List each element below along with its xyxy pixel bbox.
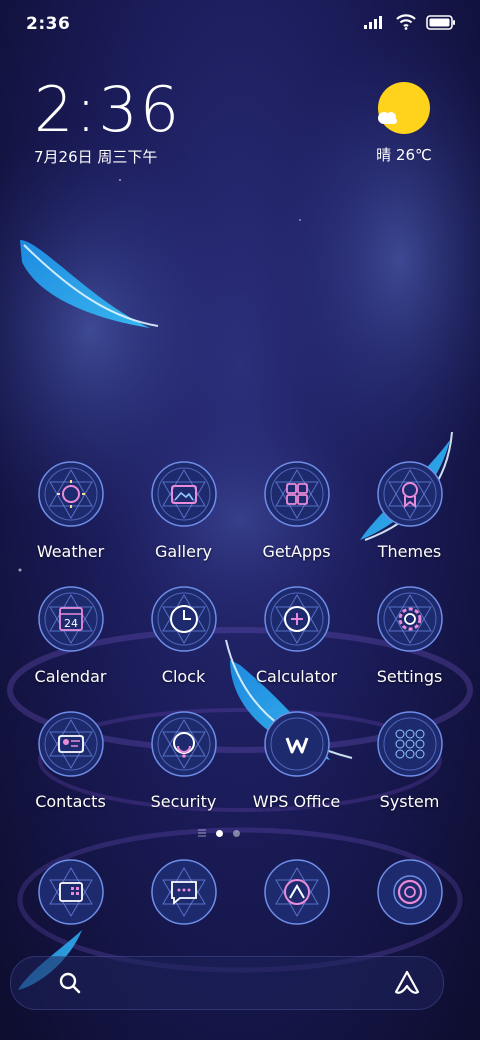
page-dot[interactable] [233, 829, 240, 837]
gallery-icon [150, 461, 217, 527]
app-weather[interactable]: Weather [14, 460, 127, 570]
app-label: Contacts [35, 792, 106, 811]
app-label: System [379, 792, 440, 811]
settings-icon [376, 586, 443, 652]
page-dot-active[interactable] [216, 829, 223, 837]
calendar-day-number: 24 [64, 617, 78, 630]
dock-phone[interactable] [14, 858, 127, 938]
calculator-icon [263, 586, 330, 652]
app-label: Calendar [34, 667, 107, 686]
app-clock[interactable]: Clock [127, 585, 240, 695]
app-label: GetApps [262, 542, 331, 561]
app-themes[interactable]: Themes [353, 460, 466, 570]
app-label: Security [150, 792, 217, 811]
status-bar: 2:36 [0, 0, 480, 52]
wps-office-icon [263, 711, 330, 777]
camera-icon [376, 859, 443, 925]
app-label: Settings [376, 667, 443, 686]
app-getapps[interactable]: GetApps [240, 460, 353, 570]
battery-icon [426, 14, 455, 30]
phone-icon [37, 859, 104, 925]
app-label: Calculator [255, 667, 338, 686]
app-label: Clock [161, 667, 206, 686]
status-time: 2:36 [26, 14, 71, 34]
messages-icon [150, 859, 217, 925]
app-calendar[interactable]: 24 Calendar [14, 585, 127, 695]
app-contacts[interactable]: Contacts [14, 710, 127, 820]
app-wps-office[interactable]: WPS Office [240, 710, 353, 820]
app-label: Themes [377, 542, 442, 561]
widget-time: 2:36 [34, 73, 182, 146]
contacts-icon [37, 711, 104, 777]
app-label: Weather [36, 542, 105, 561]
app-security[interactable]: Security [127, 710, 240, 820]
getapps-icon [263, 461, 330, 527]
search-icon[interactable] [58, 971, 82, 995]
weather-text: 晴 26℃ [376, 146, 432, 164]
assistant-icon[interactable] [393, 969, 421, 997]
dock-browser[interactable] [240, 858, 353, 938]
clock-icon [150, 586, 217, 652]
page-indicator [198, 829, 240, 837]
app-calculator[interactable]: Calculator [240, 585, 353, 695]
app-system-folder[interactable]: System [353, 710, 466, 820]
dock-messages[interactable] [127, 858, 240, 938]
wifi-icon [396, 14, 416, 30]
dock-camera[interactable] [353, 858, 466, 938]
weather-widget[interactable]: 晴 26℃ [364, 82, 444, 165]
security-icon [150, 711, 217, 777]
dock [14, 858, 466, 938]
weather-icon [37, 461, 104, 527]
app-label: Gallery [155, 542, 212, 561]
clock-widget[interactable]: 2:36 7月26日 周三下午 [34, 78, 181, 167]
home-search-bar[interactable] [10, 956, 444, 1010]
signal-icon [364, 16, 382, 29]
system-folder-icon [376, 711, 443, 777]
app-gallery[interactable]: Gallery [127, 460, 240, 570]
calendar-icon: 24 [37, 586, 104, 652]
status-icons [364, 14, 456, 30]
themes-icon [376, 461, 443, 527]
browser-icon [263, 859, 330, 925]
widget-date: 7月26日 周三下午 [34, 148, 158, 166]
app-label: WPS Office [252, 792, 341, 811]
app-settings[interactable]: Settings [353, 585, 466, 695]
sunny-cloud-icon [378, 82, 430, 134]
menu-lines-icon [198, 829, 206, 837]
